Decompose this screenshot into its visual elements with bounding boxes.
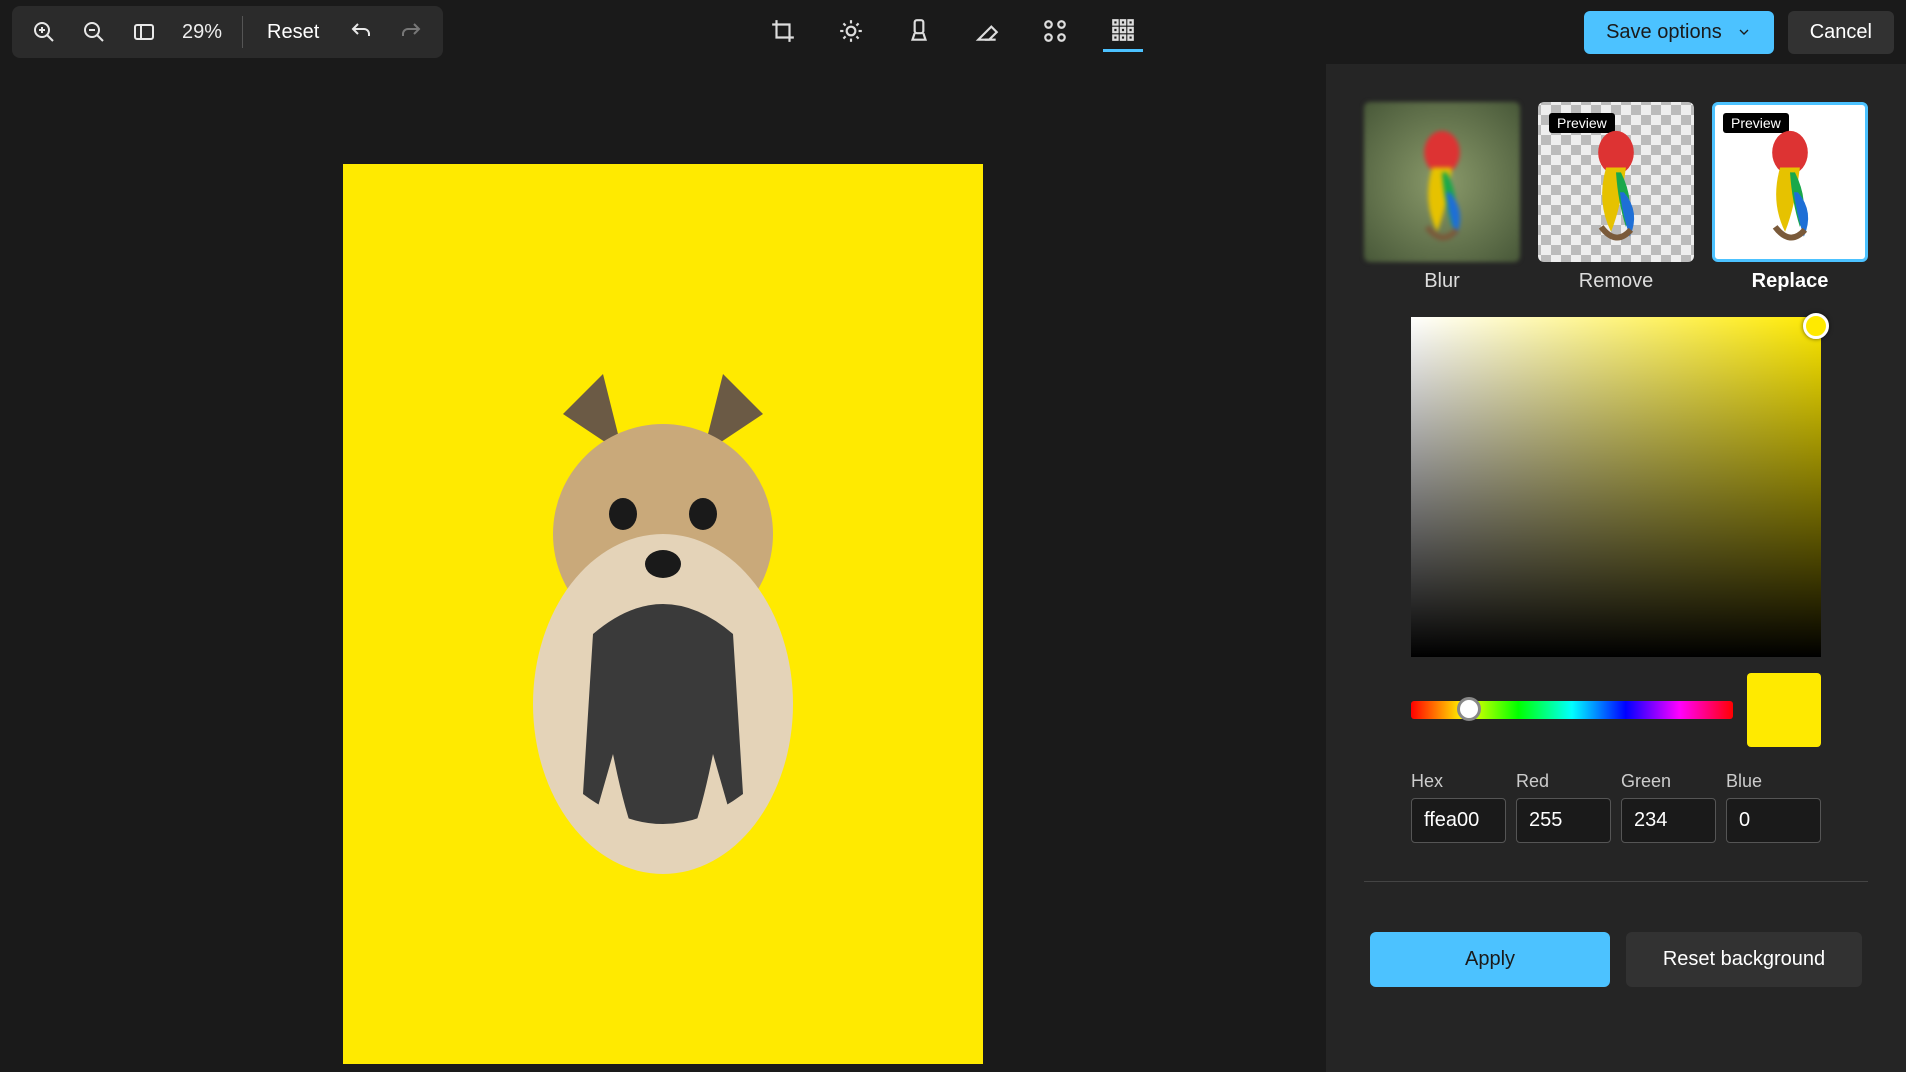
saturation-value-picker[interactable]	[1411, 317, 1821, 657]
hue-slider[interactable]	[1411, 701, 1733, 719]
adjust-icon[interactable]	[831, 12, 871, 52]
canvas[interactable]	[343, 164, 983, 1064]
green-label: Green	[1621, 771, 1716, 792]
toolbar-divider	[242, 16, 243, 48]
fit-screen-icon[interactable]	[126, 14, 162, 50]
bg-option-replace[interactable]: Preview Replace	[1712, 102, 1868, 293]
sv-picker-handle[interactable]	[1803, 313, 1829, 339]
canvas-area[interactable]	[0, 64, 1326, 1072]
cancel-button[interactable]: Cancel	[1788, 11, 1894, 54]
save-options-label: Save options	[1606, 21, 1722, 44]
undo-icon[interactable]	[343, 14, 379, 50]
bg-option-remove[interactable]: Preview Remove	[1538, 102, 1694, 293]
workspace: Blur Preview Remove Preview Re	[0, 64, 1906, 1072]
blue-label: Blue	[1726, 771, 1821, 792]
background-icon[interactable]	[1103, 12, 1143, 52]
reset-background-button[interactable]: Reset background	[1626, 932, 1862, 987]
zoom-out-icon[interactable]	[76, 14, 112, 50]
panel-actions: Apply Reset background	[1364, 932, 1868, 987]
green-input[interactable]	[1621, 798, 1716, 843]
color-swatch	[1747, 673, 1821, 747]
redo-icon[interactable]	[393, 14, 429, 50]
thumb-parrot	[1541, 105, 1691, 259]
top-toolbar: 29% Reset Save options	[0, 0, 1906, 64]
thumb-parrot	[1367, 105, 1517, 259]
red-label: Red	[1516, 771, 1611, 792]
blue-input[interactable]	[1726, 798, 1821, 843]
header-actions: Save options Cancel	[1584, 11, 1894, 54]
zoom-percent[interactable]: 29%	[176, 21, 228, 44]
save-options-button[interactable]: Save options	[1584, 11, 1774, 54]
bg-option-blur-label: Blur	[1364, 270, 1520, 293]
panel-divider	[1364, 881, 1868, 882]
bg-option-remove-label: Remove	[1538, 270, 1694, 293]
markup-icon[interactable]	[899, 12, 939, 52]
bg-option-blur[interactable]: Blur	[1364, 102, 1520, 293]
chevron-down-icon	[1736, 24, 1752, 40]
zoom-in-icon[interactable]	[26, 14, 62, 50]
color-inputs: Hex Red Green Blue	[1411, 771, 1821, 843]
background-panel: Blur Preview Remove Preview Re	[1326, 64, 1906, 1072]
apply-button[interactable]: Apply	[1370, 932, 1610, 987]
hue-slider-handle[interactable]	[1457, 697, 1481, 721]
red-input[interactable]	[1516, 798, 1611, 843]
erase-icon[interactable]	[967, 12, 1007, 52]
zoom-toolbar: 29% Reset	[12, 6, 443, 58]
thumb-parrot	[1715, 105, 1865, 259]
hex-label: Hex	[1411, 771, 1506, 792]
subject-image	[473, 354, 853, 874]
hue-row	[1411, 673, 1821, 747]
background-options: Blur Preview Remove Preview Re	[1364, 102, 1868, 293]
reset-button[interactable]: Reset	[257, 17, 329, 48]
tool-tabs	[763, 12, 1143, 52]
crop-icon[interactable]	[763, 12, 803, 52]
hex-input[interactable]	[1411, 798, 1506, 843]
retouch-icon[interactable]	[1035, 12, 1075, 52]
bg-option-replace-label: Replace	[1712, 270, 1868, 293]
